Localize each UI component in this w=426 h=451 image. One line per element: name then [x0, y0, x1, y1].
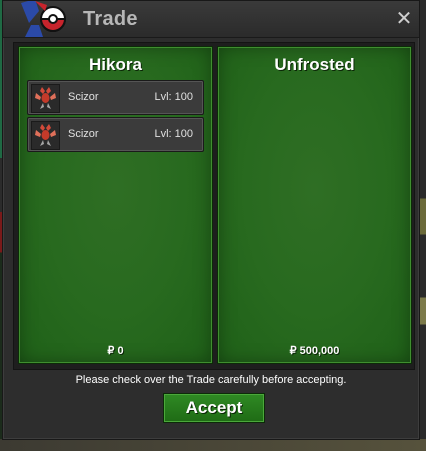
trade-panels: Hikora Scizor Lvl: 100 Scizor Lvl: 100 ₽… [13, 42, 415, 370]
trade-panel-hikora: Hikora Scizor Lvl: 100 Scizor Lvl: 100 ₽… [18, 46, 213, 364]
item-level: Lvl: 100 [154, 91, 193, 103]
trader-name: Unfrosted [274, 55, 355, 74]
window-titlebar[interactable]: Trade ✕ [3, 1, 419, 38]
item-name: Scizor [68, 91, 99, 103]
game-background-bottom [0, 439, 426, 451]
accept-button[interactable]: Accept [163, 393, 265, 423]
pokeball-logo-icon [21, 1, 67, 37]
trade-item-slot[interactable]: Scizor Lvl: 100 [27, 117, 204, 152]
money-offer: ₽ 0 [107, 345, 124, 357]
close-button[interactable]: ✕ [395, 8, 413, 28]
trade-notice: Please check over the Trade carefully be… [75, 374, 347, 386]
window-title: Trade [83, 8, 138, 30]
trader-name: Hikora [89, 55, 142, 74]
scizor-icon [31, 121, 60, 150]
trade-panel-unfrosted: Unfrosted ₽ 500,000 [217, 46, 412, 364]
money-offer: ₽ 500,000 [289, 345, 340, 357]
scizor-icon [31, 84, 60, 113]
item-level: Lvl: 100 [154, 128, 193, 140]
trade-item-slot[interactable]: Scizor Lvl: 100 [27, 80, 204, 115]
trade-window: Trade ✕ Hikora Scizor Lvl: 100 Scizor Lv… [2, 0, 420, 440]
item-name: Scizor [68, 128, 99, 140]
